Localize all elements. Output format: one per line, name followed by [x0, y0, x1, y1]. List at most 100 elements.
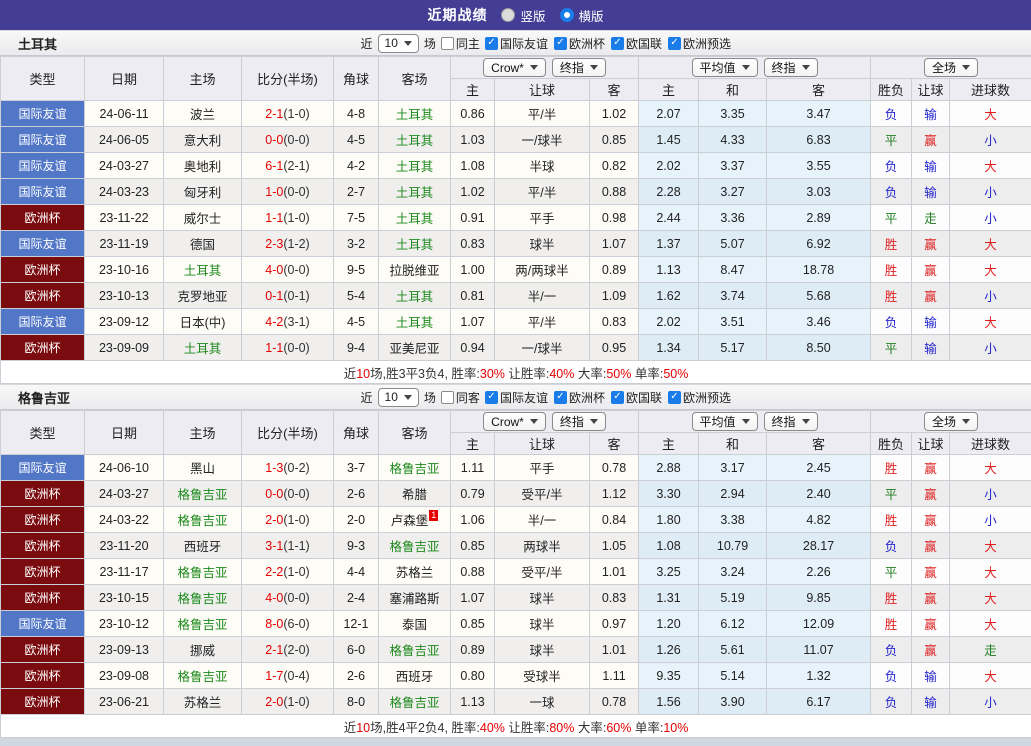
home-team: 格鲁吉亚 — [164, 507, 242, 533]
league-checkbox-4[interactable]: ✓欧洲预选 — [668, 35, 731, 52]
league-checkbox-2[interactable]: ✓欧洲杯 — [554, 389, 605, 406]
away-team-name: 拉脱维亚 — [389, 264, 439, 278]
avg-home: 9.35 — [639, 663, 699, 689]
result-goals: 大 — [950, 611, 1031, 637]
avg-home: 1.56 — [639, 689, 699, 715]
handicap: 受球半 — [495, 663, 590, 689]
checkbox-checked-icon[interactable]: ✓ — [668, 37, 681, 50]
league-checkbox-1[interactable]: ✓国际友谊 — [485, 35, 548, 52]
result-outcome: 平 — [871, 481, 912, 507]
checkbox-checked-icon[interactable]: ✓ — [668, 391, 681, 404]
scope-dropdown[interactable]: 全场 — [924, 58, 978, 77]
summary-stat-value: 10 — [356, 721, 370, 735]
handicap: 半/一 — [495, 507, 590, 533]
league-label: 欧洲杯 — [569, 35, 605, 52]
final-odds-dropdown[interactable]: 终指 — [552, 58, 606, 77]
home-team: 意大利 — [164, 127, 242, 153]
checkbox-unchecked-icon[interactable] — [441, 37, 454, 50]
home-team: 苏格兰 — [164, 689, 242, 715]
column-header: 让球 — [495, 79, 590, 101]
halftime-score: (1-0) — [283, 107, 309, 121]
result-outcome: 负 — [871, 179, 912, 205]
checkbox-unchecked-icon[interactable] — [441, 391, 454, 404]
average-dropdown[interactable]: 平均值 — [692, 58, 758, 77]
league-label: 国际友谊 — [500, 35, 548, 52]
league-checkbox-2[interactable]: ✓欧洲杯 — [554, 35, 605, 52]
result-goals: 大 — [950, 585, 1031, 611]
final-odds-dropdown[interactable]: 终指 — [764, 58, 818, 77]
same-side-checkbox[interactable]: 同客 — [441, 389, 480, 406]
final-odds-dropdown[interactable]: 终指 — [764, 412, 818, 431]
corners-cell: 4-2 — [334, 153, 379, 179]
radio-selected-icon[interactable] — [560, 8, 574, 22]
home-odds: 0.85 — [451, 533, 495, 559]
match-row: 国际友谊24-06-10黑山1-3(0-2)3-7格鲁吉亚1.11平手0.782… — [1, 455, 1031, 481]
column-header: 客 — [767, 433, 871, 455]
column-header: 让球 — [912, 433, 950, 455]
corners-cell: 9-3 — [334, 533, 379, 559]
checkbox-checked-icon[interactable]: ✓ — [554, 37, 567, 50]
score-cell: 2-1(2-0) — [242, 637, 334, 663]
avg-home: 1.26 — [639, 637, 699, 663]
checkbox-checked-icon[interactable]: ✓ — [554, 391, 567, 404]
handicap: 一/球半 — [495, 127, 590, 153]
match-type-badge: 国际友谊 — [1, 153, 85, 179]
avg-draw: 5.07 — [699, 231, 767, 257]
home-odds: 1.07 — [451, 585, 495, 611]
result-handicap: 输 — [912, 153, 950, 179]
checkbox-checked-icon[interactable]: ✓ — [485, 391, 498, 404]
layout-radio-vertical[interactable]: 竖版 — [501, 6, 545, 25]
chevron-down-icon — [404, 395, 412, 400]
result-goals: 大 — [950, 663, 1031, 689]
odds-group-header: 平均值终指 — [639, 411, 871, 433]
radio-unselected-icon[interactable] — [501, 8, 515, 22]
halftime-score: (0-0) — [283, 185, 309, 199]
dropdown-label: 终指 — [772, 59, 796, 76]
home-team: 克罗地亚 — [164, 283, 242, 309]
match-date: 23-11-20 — [85, 533, 164, 559]
result-outcome: 平 — [871, 205, 912, 231]
match-count-select[interactable]: 10 — [378, 388, 419, 407]
checkbox-checked-icon[interactable]: ✓ — [485, 37, 498, 50]
halftime-score: (2-0) — [283, 643, 309, 657]
match-type-badge: 欧洲杯 — [1, 663, 85, 689]
column-header: 客场 — [379, 57, 451, 101]
result-handicap: 输 — [912, 179, 950, 205]
layout-radio-horizontal[interactable]: 横版 — [560, 6, 604, 25]
league-checkbox-4[interactable]: ✓欧洲预选 — [668, 389, 731, 406]
column-header: 主 — [639, 79, 699, 101]
games-label: 场 — [424, 389, 436, 406]
league-checkbox-3[interactable]: ✓欧国联 — [611, 389, 662, 406]
result-handicap: 赢 — [912, 585, 950, 611]
final-odds-dropdown[interactable]: 终指 — [552, 412, 606, 431]
chevron-down-icon — [742, 65, 750, 70]
home-team-name: 奥地利 — [184, 160, 222, 174]
bottom-strip — [0, 738, 1031, 746]
odds-group-header: Crow* 终指 — [451, 57, 639, 79]
match-type-badge: 欧洲杯 — [1, 283, 85, 309]
avg-away: 18.78 — [767, 257, 871, 283]
match-type-badge: 国际友谊 — [1, 611, 85, 637]
home-team-name: 苏格兰 — [184, 696, 222, 710]
result-outcome: 胜 — [871, 585, 912, 611]
company-dropdown[interactable]: Crow* — [483, 58, 546, 77]
home-team: 土耳其 — [164, 335, 242, 361]
column-header: 客 — [590, 79, 639, 101]
company-dropdown[interactable]: Crow* — [483, 412, 546, 431]
result-goals: 小 — [950, 507, 1031, 533]
checkbox-checked-icon[interactable]: ✓ — [611, 391, 624, 404]
summary-stat-value: 60% — [606, 721, 631, 735]
match-row: 欧洲杯23-10-15格鲁吉亚4-0(0-0)2-4塞浦路斯1.07球半0.83… — [1, 585, 1031, 611]
league-checkbox-1[interactable]: ✓国际友谊 — [485, 389, 548, 406]
same-side-checkbox[interactable]: 同主 — [441, 35, 480, 52]
away-odds: 0.95 — [590, 335, 639, 361]
match-row: 欧洲杯23-10-13克罗地亚0-1(0-1)5-4土耳其0.81半/一1.09… — [1, 283, 1031, 309]
scope-dropdown[interactable]: 全场 — [924, 412, 978, 431]
match-count-select[interactable]: 10 — [378, 34, 419, 53]
away-team: 土耳其 — [379, 231, 451, 257]
avg-away: 2.89 — [767, 205, 871, 231]
home-team: 波兰 — [164, 101, 242, 127]
checkbox-checked-icon[interactable]: ✓ — [611, 37, 624, 50]
league-checkbox-3[interactable]: ✓欧国联 — [611, 35, 662, 52]
average-dropdown[interactable]: 平均值 — [692, 412, 758, 431]
